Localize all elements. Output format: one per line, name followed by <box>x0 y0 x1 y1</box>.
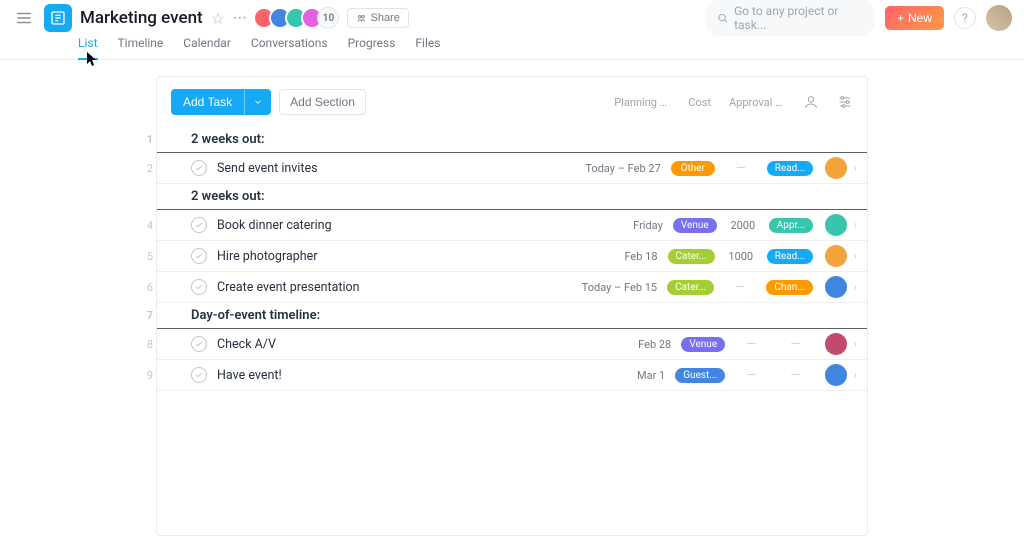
tag-pill[interactable]: Read... <box>767 161 813 176</box>
section-title: Day-of-event timeline: <box>191 308 320 323</box>
task-date[interactable]: Mar 1 <box>579 369 671 382</box>
chevron-right-icon[interactable]: › <box>853 218 857 233</box>
add-task-dropdown[interactable] <box>244 89 271 115</box>
tag-pill[interactable]: Chan... <box>766 280 813 295</box>
complete-checkbox[interactable] <box>191 160 207 176</box>
section-title: 2 weeks out: <box>191 189 265 204</box>
customize-icon[interactable] <box>837 94 853 110</box>
chevron-right-icon[interactable]: › <box>853 368 857 383</box>
empty-cell: — <box>718 280 762 295</box>
project-title[interactable]: Marketing event <box>80 8 203 28</box>
empty-cell: — <box>773 368 817 383</box>
chevron-right-icon[interactable]: › <box>853 280 857 295</box>
cost-cell[interactable]: 1000 <box>719 250 763 263</box>
section-header[interactable]: 2 weeks out: <box>157 184 867 210</box>
help-button[interactable]: ? <box>954 7 976 29</box>
assignee-avatar[interactable] <box>825 364 847 386</box>
chevron-right-icon[interactable]: › <box>853 337 857 352</box>
empty-cell: — <box>719 161 763 176</box>
chevron-right-icon[interactable]: › <box>853 249 857 264</box>
assignee-avatar[interactable] <box>825 245 847 267</box>
task-name[interactable]: Book dinner catering <box>217 218 577 233</box>
row-number: 2 <box>135 162 153 175</box>
row-number: 8 <box>135 338 153 351</box>
tag-pill[interactable]: Appr... <box>769 218 813 233</box>
share-label: Share <box>370 12 399 24</box>
new-button[interactable]: + New <box>885 6 944 30</box>
task-row[interactable]: 9Have event!Mar 1Guest...——› <box>157 360 867 391</box>
row-number: 7 <box>135 309 153 322</box>
tag-pill[interactable]: Other <box>671 161 715 176</box>
more-actions[interactable]: ··· <box>233 11 247 26</box>
task-name[interactable]: Send event invites <box>217 161 575 176</box>
tag-pill[interactable]: Venue <box>681 337 725 352</box>
tag-pill[interactable]: Cater... <box>667 280 714 295</box>
column-header-cost[interactable]: Cost <box>688 96 711 109</box>
task-date[interactable]: Friday <box>577 219 669 232</box>
assignee-avatar[interactable] <box>825 276 847 298</box>
add-task-button[interactable]: Add Task <box>171 89 244 115</box>
section-header[interactable]: 7Day-of-event timeline: <box>157 303 867 329</box>
empty-cell: — <box>729 337 773 352</box>
column-header-approval[interactable]: Approval st... <box>729 96 785 109</box>
task-name[interactable]: Hire photographer <box>217 249 572 264</box>
section-header[interactable]: 12 weeks out: <box>157 127 867 153</box>
tag-pill[interactable]: Guest... <box>675 368 725 383</box>
task-date[interactable]: Feb 18 <box>572 250 664 263</box>
tab-timeline[interactable]: Timeline <box>118 36 164 59</box>
tab-list[interactable]: List <box>78 36 98 60</box>
task-date[interactable]: Today – Feb 27 <box>575 162 667 175</box>
column-header-planning[interactable]: Planning ca... <box>614 96 670 109</box>
assignee-avatar[interactable] <box>825 214 847 236</box>
add-section-button[interactable]: Add Section <box>279 89 366 115</box>
tag-pill[interactable]: Venue <box>673 218 717 233</box>
assignee-avatar[interactable] <box>825 157 847 179</box>
task-name[interactable]: Check A/V <box>217 337 585 352</box>
task-row[interactable]: 6Create event presentationToday – Feb 15… <box>157 272 867 303</box>
plus-icon: + <box>897 11 904 25</box>
row-number: 4 <box>135 219 153 232</box>
tab-progress[interactable]: Progress <box>348 36 396 59</box>
complete-checkbox[interactable] <box>191 336 207 352</box>
task-date[interactable]: Feb 28 <box>585 338 677 351</box>
empty-cell: — <box>729 368 773 383</box>
task-date[interactable]: Today – Feb 15 <box>571 281 663 294</box>
task-name[interactable]: Have event! <box>217 368 579 383</box>
assignee-icon[interactable] <box>803 94 819 110</box>
task-row[interactable]: 8Check A/VFeb 28Venue——› <box>157 329 867 360</box>
complete-checkbox[interactable] <box>191 217 207 233</box>
row-number: 1 <box>135 133 153 146</box>
chevron-right-icon[interactable]: › <box>853 161 857 176</box>
project-icon <box>44 4 72 32</box>
tag-pill[interactable]: Read... <box>767 249 813 264</box>
new-label: New <box>908 11 932 25</box>
tab-files[interactable]: Files <box>415 36 440 59</box>
task-row[interactable]: 5Hire photographerFeb 18Cater...1000Read… <box>157 241 867 272</box>
search-input[interactable]: Go to any project or task... <box>705 0 875 36</box>
share-button[interactable]: Share <box>347 8 408 28</box>
cost-cell[interactable]: 2000 <box>721 219 765 232</box>
tab-conversations[interactable]: Conversations <box>251 36 328 59</box>
task-row[interactable]: 4Book dinner cateringFridayVenue2000Appr… <box>157 210 867 241</box>
row-number: 9 <box>135 369 153 382</box>
avatar-overflow-count[interactable]: 10 <box>317 7 339 29</box>
complete-checkbox[interactable] <box>191 248 207 264</box>
sidebar-toggle[interactable] <box>12 6 36 30</box>
task-row[interactable]: 2Send event invitesToday – Feb 27Other—R… <box>157 153 867 184</box>
member-avatars[interactable]: 10 <box>259 7 339 29</box>
assignee-avatar[interactable] <box>825 333 847 355</box>
complete-checkbox[interactable] <box>191 279 207 295</box>
star-icon[interactable]: ☆ <box>211 9 225 28</box>
empty-cell: — <box>773 337 817 352</box>
row-number: 5 <box>135 250 153 263</box>
user-avatar[interactable] <box>986 5 1012 31</box>
complete-checkbox[interactable] <box>191 367 207 383</box>
tag-pill[interactable]: Cater... <box>668 249 715 264</box>
search-placeholder: Go to any project or task... <box>734 4 863 32</box>
task-name[interactable]: Create event presentation <box>217 280 571 295</box>
row-number: 6 <box>135 281 153 294</box>
tab-calendar[interactable]: Calendar <box>183 36 231 59</box>
section-title: 2 weeks out: <box>191 132 265 147</box>
